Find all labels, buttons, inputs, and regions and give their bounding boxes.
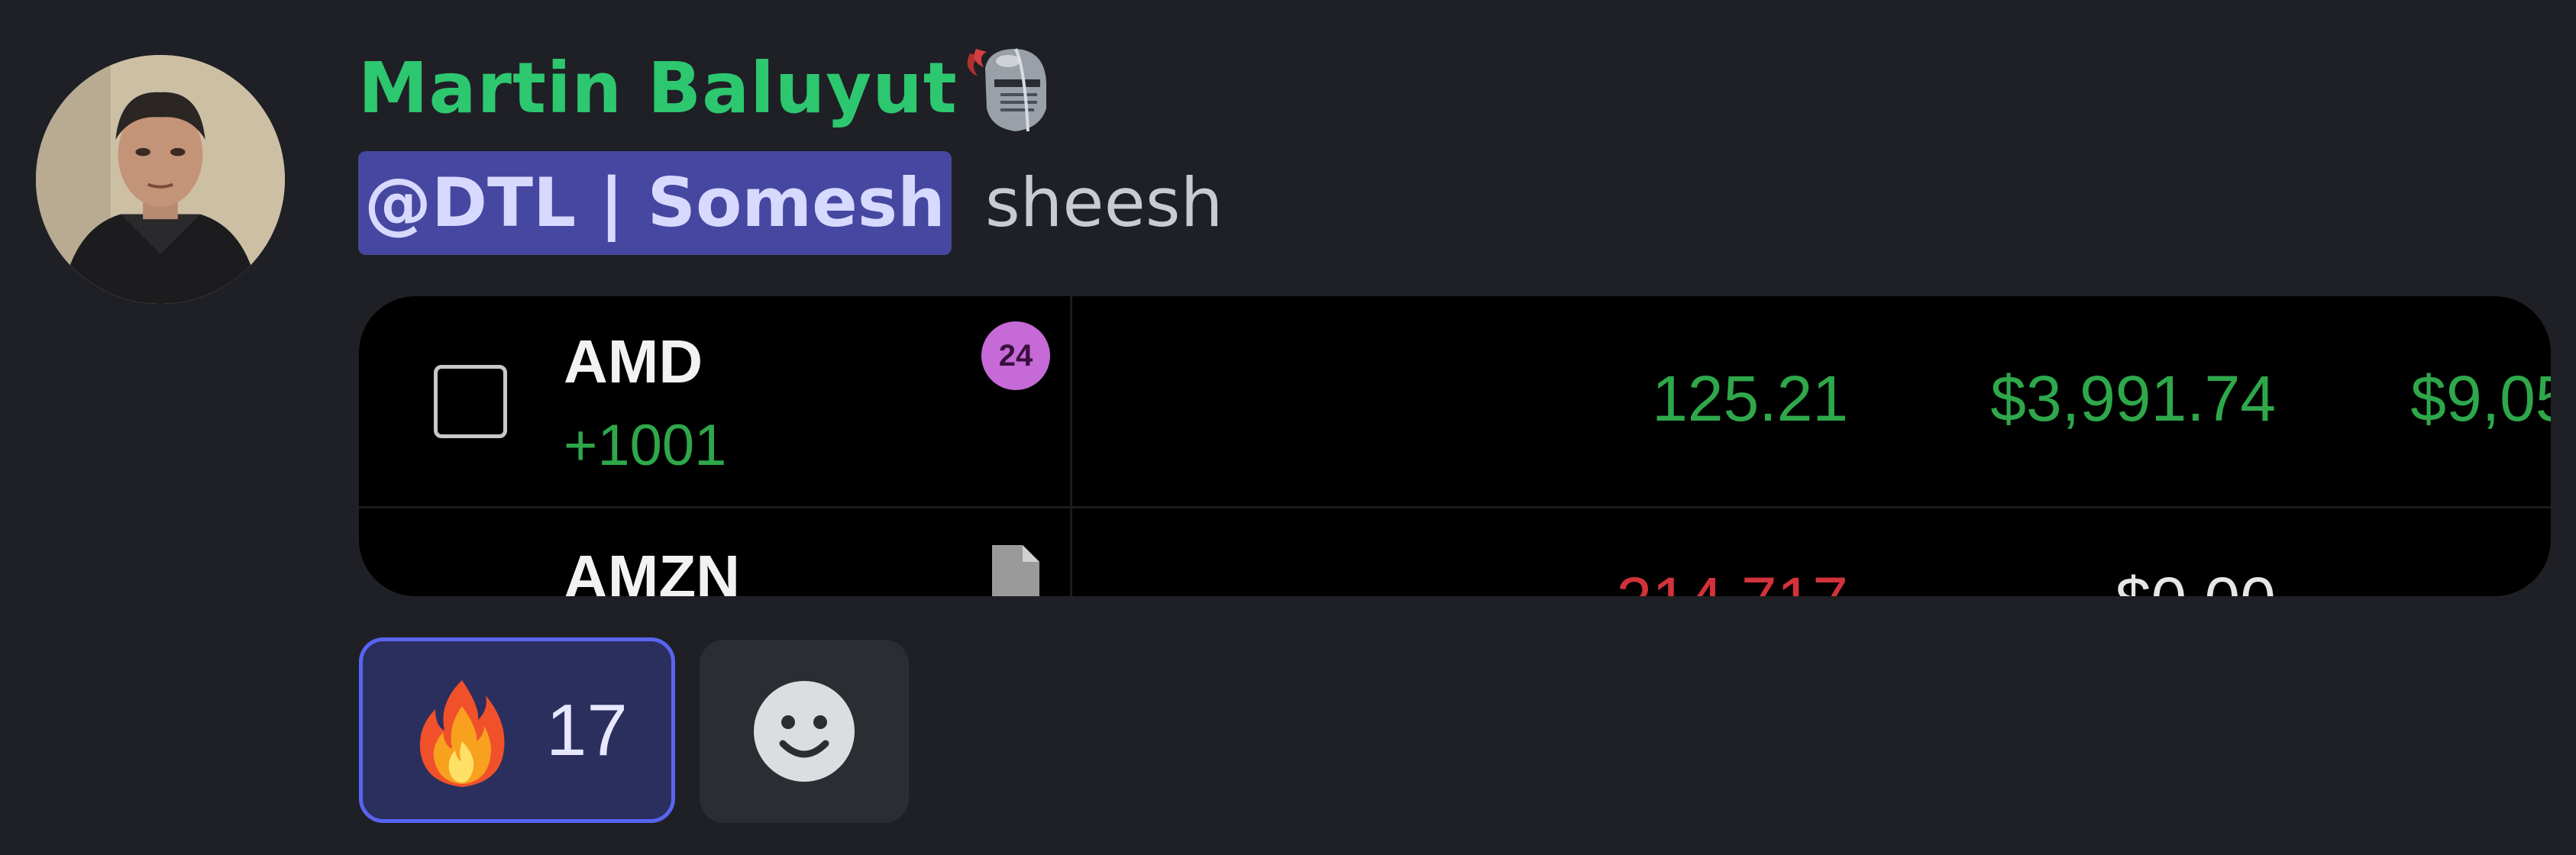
smile-face-icon [752, 679, 856, 783]
fire-emoji-icon [405, 676, 519, 790]
day-gain-value: $3,991.74 [1990, 363, 2276, 434]
user-avatar[interactable] [36, 55, 285, 304]
total-gain-value: $0.00 [2283, 563, 2551, 596]
day-gain-value: $0.00 [1871, 563, 2276, 596]
document-icon [989, 542, 1042, 596]
ticker-symbol: AMZN [564, 543, 741, 596]
notification-badge: 24 [981, 321, 1050, 390]
ticker-symbol: AMD [564, 327, 703, 395]
message-content: @DTL | Somesh sheesh [358, 150, 1223, 256]
chat-message: Martin Baluyut @DTL | Somesh sheesh AMD … [0, 0, 2576, 855]
user-mention[interactable]: @DTL | Somesh [358, 151, 952, 255]
fire-reaction-button[interactable]: 17 [359, 637, 675, 823]
author-name[interactable]: Martin Baluyut [358, 43, 958, 134]
row-checkbox[interactable] [434, 365, 507, 438]
knight-helmet-icon [955, 38, 1069, 137]
price-value: 214.717 [1466, 563, 1848, 596]
avatar-photo [36, 55, 285, 304]
price-value: 125.21 [1652, 363, 1848, 434]
add-reaction-button[interactable] [700, 640, 909, 823]
position-change: +1001 [564, 413, 727, 478]
portfolio-embed-image[interactable]: AMD +1001 24 125.21 $3,991.74 $9,059.05 … [359, 296, 2551, 596]
column-divider [1070, 296, 1072, 596]
row-divider [359, 506, 2551, 508]
message-text: sheesh [984, 163, 1223, 242]
total-gain-value: $9,059.05 [2410, 363, 2551, 434]
reaction-count: 17 [546, 689, 628, 771]
